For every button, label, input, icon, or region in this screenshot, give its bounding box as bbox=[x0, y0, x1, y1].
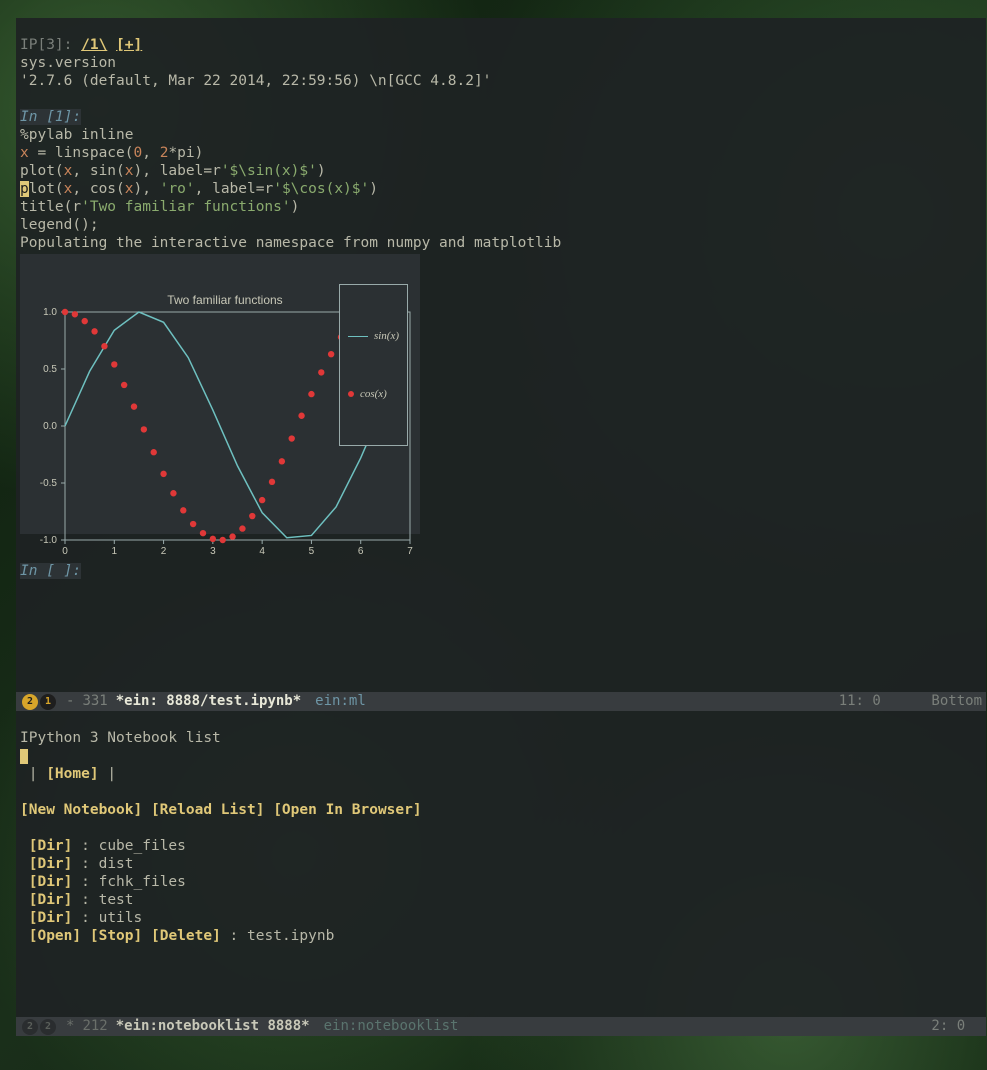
chart-title: Two familiar functions bbox=[167, 293, 282, 307]
modeline-buffer: *ein: 8888/test.ipynb* bbox=[116, 692, 301, 711]
reload-list-button[interactable]: [Reload List] bbox=[151, 802, 265, 818]
badge-icon: 2 bbox=[22, 694, 38, 710]
dir-tag[interactable]: [Dir] bbox=[29, 892, 73, 908]
list-item[interactable]: dist bbox=[99, 856, 134, 872]
legend: sin(x) cos(x) bbox=[339, 284, 408, 446]
modeline-linenum: 331 bbox=[82, 692, 107, 711]
modeline-star: * bbox=[66, 1017, 74, 1036]
notebook-pane[interactable]: IP[3]: /1\ [+] sys.version '2.7.6 (defau… bbox=[16, 18, 986, 692]
tab-current[interactable]: /1\ bbox=[81, 37, 107, 53]
delete-button[interactable]: [Delete] bbox=[151, 928, 221, 944]
svg-text:-0.5: -0.5 bbox=[40, 478, 58, 489]
cell-output-line: sys.version bbox=[20, 55, 116, 71]
cursor bbox=[20, 749, 28, 764]
badge-icon: 2 bbox=[22, 1019, 38, 1035]
plot-output: Two familiar functions -1.0-0.50.00.51.0… bbox=[20, 254, 420, 534]
modeline-position: 11: 0 bbox=[839, 693, 881, 709]
home-link[interactable]: [Home] bbox=[46, 766, 98, 782]
code-line[interactable]: legend(); bbox=[20, 217, 99, 233]
badge-icon: 2 bbox=[40, 1019, 56, 1035]
legend-entry: cos(x) bbox=[360, 385, 387, 403]
svg-text:6: 6 bbox=[358, 546, 364, 557]
open-in-browser-button[interactable]: [Open In Browser] bbox=[273, 802, 421, 818]
new-notebook-button[interactable]: [New Notebook] bbox=[20, 802, 142, 818]
dir-tag[interactable]: [Dir] bbox=[29, 856, 73, 872]
modeline-major-mode: ein:ml bbox=[315, 692, 366, 711]
modeline-linenum: 212 bbox=[82, 1017, 107, 1036]
tab-prefix: IP[3]: bbox=[20, 37, 81, 53]
input-prompt: In [1]: bbox=[20, 109, 81, 125]
svg-text:0.0: 0.0 bbox=[43, 421, 57, 432]
stop-button[interactable]: [Stop] bbox=[90, 928, 142, 944]
badge-icon: 1 bbox=[40, 694, 56, 710]
notebooklist-pane[interactable]: IPython 3 Notebook list | [Home] | [New … bbox=[16, 711, 986, 1017]
dir-tag[interactable]: [Dir] bbox=[29, 874, 73, 890]
svg-text:4: 4 bbox=[259, 546, 265, 557]
list-item[interactable]: test bbox=[99, 892, 134, 908]
modeline-scroll: Bottom bbox=[931, 693, 982, 709]
svg-text:5: 5 bbox=[309, 546, 315, 557]
modeline-major-mode: ein:notebooklist bbox=[324, 1017, 459, 1036]
svg-text:3: 3 bbox=[210, 546, 216, 557]
code-line[interactable]: x = linspace(0, 2*pi) bbox=[20, 145, 203, 161]
svg-text:2: 2 bbox=[161, 546, 167, 557]
svg-text:7: 7 bbox=[407, 546, 413, 557]
modeline-dash: - bbox=[66, 692, 74, 711]
code-line[interactable]: plot(x, cos(x), 'ro', label=r'$\cos(x)$'… bbox=[20, 181, 378, 197]
legend-entry: sin(x) bbox=[374, 327, 399, 345]
modeline-buffer: *ein:notebooklist 8888* bbox=[116, 1017, 310, 1036]
modeline-position: 2: 0 bbox=[931, 1018, 965, 1034]
dir-tag[interactable]: [Dir] bbox=[29, 838, 73, 854]
cell-output-line: '2.7.6 (default, Mar 22 2014, 22:59:56) … bbox=[20, 73, 491, 89]
open-button[interactable]: [Open] bbox=[29, 928, 81, 944]
cell-output: Populating the interactive namespace fro… bbox=[20, 235, 561, 251]
code-line[interactable]: title(r'Two familiar functions') bbox=[20, 199, 299, 215]
list-item[interactable]: utils bbox=[99, 910, 143, 926]
list-item[interactable]: cube_files bbox=[99, 838, 186, 854]
code-line[interactable]: %pylab inline bbox=[20, 127, 134, 143]
dir-tag[interactable]: [Dir] bbox=[29, 910, 73, 926]
modeline-bottom: 2 2 * 212 *ein:notebooklist 8888* ein:no… bbox=[16, 1017, 986, 1036]
code-line[interactable]: plot(x, sin(x), label=r'$\sin(x)$') bbox=[20, 163, 326, 179]
tab-add-button[interactable]: [+] bbox=[116, 37, 142, 53]
notebooklist-title: IPython 3 Notebook list bbox=[20, 730, 221, 746]
svg-text:1.0: 1.0 bbox=[43, 307, 57, 318]
svg-text:0.5: 0.5 bbox=[43, 364, 57, 375]
svg-text:1: 1 bbox=[112, 546, 118, 557]
input-prompt-empty[interactable]: In [ ]: bbox=[20, 563, 81, 579]
modeline-top: 2 1 - 331 *ein: 8888/test.ipynb* ein:ml … bbox=[16, 692, 986, 711]
list-item[interactable]: fchk_files bbox=[99, 874, 186, 890]
tab-bar: IP[3]: /1\ [+] bbox=[20, 37, 142, 53]
cursor: p bbox=[20, 181, 29, 197]
file-item[interactable]: test.ipynb bbox=[247, 928, 334, 944]
